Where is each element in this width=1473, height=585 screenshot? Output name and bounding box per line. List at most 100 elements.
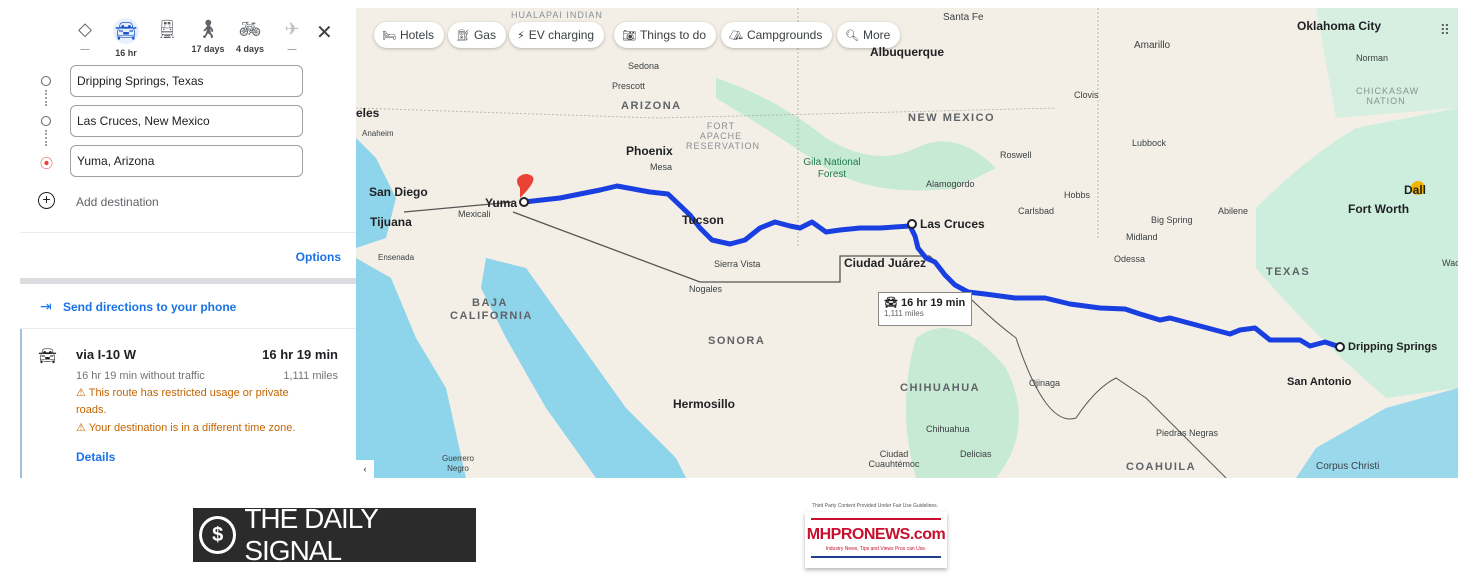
map-label: Mesa bbox=[650, 162, 673, 172]
route-duration: 16 hr 19 min bbox=[262, 347, 338, 362]
map-label: FORT APACHE RESERVATION bbox=[686, 121, 761, 151]
close-button[interactable]: ✕ bbox=[316, 20, 333, 45]
gulf-of-california bbox=[481, 258, 686, 478]
gas-icon: ⛽︎ bbox=[456, 30, 470, 42]
map-label: COAHUILA bbox=[1126, 461, 1197, 473]
ev-charging-icon: ⚡︎ bbox=[517, 30, 525, 42]
badge-distance: 1,111 miles bbox=[884, 309, 924, 318]
walking-icon: 🚶︎ bbox=[196, 19, 220, 39]
map-label: Dall bbox=[1404, 183, 1427, 197]
add-icon: + bbox=[38, 192, 55, 209]
route-via: via I-10 W bbox=[76, 347, 136, 362]
map-label: Santa Fe bbox=[943, 12, 984, 23]
map-label: Phoenix bbox=[626, 144, 673, 158]
map-label: Sierra Vista bbox=[714, 259, 761, 269]
map-label: San Antonio bbox=[1287, 376, 1352, 388]
origin-input[interactable]: Dripping Springs, Texas bbox=[70, 65, 303, 97]
mode-transit[interactable]: 🚆︎ bbox=[147, 18, 187, 40]
badge-duration: 16 hr 19 min bbox=[901, 297, 966, 309]
map-label: Anaheim bbox=[362, 129, 394, 138]
map-label: Gila National Forest bbox=[803, 157, 861, 180]
map-label: eles bbox=[356, 106, 380, 120]
map-label: Fort Worth bbox=[1348, 202, 1410, 216]
transit-icon: 🚆︎ bbox=[155, 19, 179, 39]
chip-gas[interactable]: ⛽︎ Gas bbox=[448, 22, 506, 48]
waypoint-dot-icon bbox=[41, 116, 51, 126]
map-label: Tucson bbox=[682, 213, 724, 227]
map-label: Delicias bbox=[960, 449, 992, 459]
destination-input[interactable]: Yuma, Arizona bbox=[70, 145, 303, 177]
send-directions-link[interactable]: Send directions to your phone bbox=[63, 300, 236, 314]
logo-rule bbox=[811, 518, 941, 520]
map-label: Abilene bbox=[1218, 206, 1249, 216]
map-label: Ciudad Cuauhtémoc bbox=[868, 449, 920, 469]
add-destination-button[interactable]: Add destination bbox=[76, 195, 159, 209]
map-label: Dripping Springs bbox=[1348, 341, 1438, 353]
chip-things-to-do[interactable]: 📷︎ Things to do bbox=[614, 22, 717, 48]
map-label: CHICKASAW NATION bbox=[1356, 86, 1420, 106]
destination-pin-icon: ⦿ bbox=[40, 156, 54, 171]
camera-icon: 📷︎ bbox=[622, 30, 636, 42]
yuma-marker[interactable] bbox=[519, 197, 529, 207]
chip-hotels[interactable]: 🛏︎ Hotels bbox=[374, 22, 444, 48]
map-label: ARIZONA bbox=[621, 100, 682, 112]
mode-flight[interactable]: ✈︎ — bbox=[272, 18, 312, 54]
map-label: Prescott bbox=[612, 81, 646, 91]
map-label: Sedona bbox=[628, 61, 660, 71]
chip-ev-charging[interactable]: ⚡︎ EV charging bbox=[509, 22, 605, 48]
map-canvas[interactable]: 🛏︎ Hotels ⛽︎ Gas ⚡︎ EV charging 📷︎ Things to… bbox=[356, 8, 1458, 478]
map-label: SONORA bbox=[708, 335, 766, 347]
las-cruces-marker[interactable] bbox=[907, 219, 917, 229]
map-label: Yuma bbox=[485, 196, 518, 210]
mode-best-route[interactable]: ◇ — bbox=[65, 18, 105, 54]
map-label: Amarillo bbox=[1134, 40, 1171, 51]
details-link[interactable]: Details bbox=[76, 450, 115, 464]
map-label: San Diego bbox=[369, 185, 428, 199]
east-texas-green bbox=[1256, 108, 1458, 398]
car-icon: 🚘︎ bbox=[113, 18, 139, 44]
map-label: HUALAPAI INDIAN bbox=[511, 10, 603, 20]
map-label: Tijuana bbox=[370, 215, 412, 229]
apps-grid-icon[interactable]: ⠿ bbox=[1440, 22, 1450, 39]
warning-icon: ⚠ bbox=[76, 422, 89, 434]
logo-rule bbox=[811, 556, 941, 558]
bicycle-icon: 🚲︎ bbox=[238, 19, 262, 39]
mhpronews-wordmark: MHPRONEWS.com bbox=[806, 526, 946, 543]
mode-driving[interactable]: 🚘︎ 16 hr bbox=[106, 18, 146, 58]
map-label: Norman bbox=[1356, 53, 1389, 63]
route-card[interactable]: 🚘︎ via I-10 W 16 hr 19 min 16 hr 19 min … bbox=[20, 329, 356, 478]
map-label: Alamogordo bbox=[926, 179, 975, 189]
map-label: Midland bbox=[1126, 232, 1158, 242]
car-icon: 🚘︎ bbox=[38, 348, 58, 365]
tent-icon: ⛺︎ bbox=[729, 30, 743, 42]
search-icon: 🔍︎ bbox=[845, 30, 859, 42]
map-label: NEW MEXICO bbox=[908, 112, 996, 124]
collapse-panel-button[interactable]: ‹ bbox=[356, 460, 374, 478]
map-label: CHIHUAHUA bbox=[900, 382, 981, 394]
options-button[interactable]: Options bbox=[296, 250, 341, 264]
warning-timezone: ⚠ Your destination is in a different tim… bbox=[76, 422, 296, 434]
map-label: Nogales bbox=[689, 284, 723, 294]
chip-campgrounds[interactable]: ⛺︎ Campgrounds bbox=[721, 22, 833, 48]
map-label: Albuquerque bbox=[870, 45, 944, 59]
map-label: Ensenada bbox=[378, 253, 415, 262]
mode-walking[interactable]: 🚶︎ 17 days bbox=[188, 18, 228, 54]
destination-pin-icon bbox=[517, 174, 534, 198]
daily-signal-wordmark: THE DAILY SIGNAL bbox=[244, 503, 378, 566]
car-icon: 🚘︎ bbox=[884, 297, 902, 309]
route-connector bbox=[45, 90, 47, 106]
map-label: Roswell bbox=[1000, 150, 1032, 160]
hotel-icon: 🛏︎ bbox=[382, 30, 396, 42]
route-distance: 1,111 miles bbox=[283, 370, 338, 382]
waypoint-input[interactable]: Las Cruces, New Mexico bbox=[70, 105, 303, 137]
send-to-phone-icon: ⇥ bbox=[40, 298, 52, 314]
route-time-badge[interactable]: 🚘︎ 16 hr 19 min 1,111 miles bbox=[878, 292, 972, 326]
map-label: Guerrero Negro bbox=[441, 454, 474, 473]
dripping-springs-marker[interactable] bbox=[1335, 342, 1345, 352]
daily-signal-emblem-icon: $ bbox=[199, 516, 237, 554]
map-label: Hobbs bbox=[1064, 190, 1091, 200]
best-route-icon: ◇ bbox=[78, 19, 92, 39]
mode-cycling[interactable]: 🚲︎ 4 days bbox=[230, 18, 270, 54]
map-label: Corpus Christi bbox=[1316, 461, 1380, 472]
map-label: BAJA CALIFORNIA bbox=[450, 297, 533, 322]
